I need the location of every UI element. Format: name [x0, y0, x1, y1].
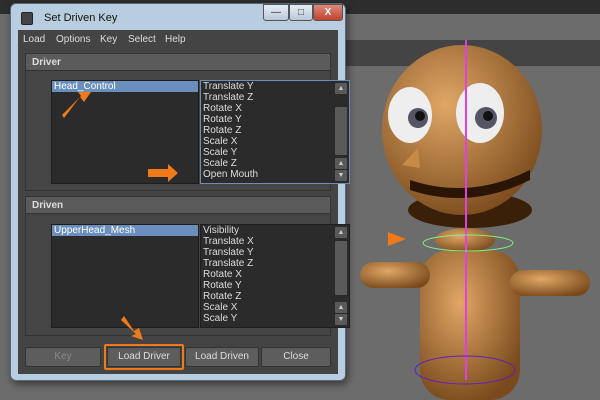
close-window-button[interactable]: X [313, 4, 343, 21]
title-bar[interactable]: Set Driven Key — □ X [11, 4, 345, 30]
list-item[interactable]: Translate Z [201, 92, 349, 103]
close-button[interactable]: Close [261, 347, 331, 367]
maya-app-icon [21, 12, 33, 25]
set-driven-key-window: Set Driven Key — □ X Load Options Key Se… [10, 3, 350, 381]
menu-load[interactable]: Load [23, 34, 45, 45]
list-item[interactable]: Open Mouth [201, 169, 349, 180]
annotation-arrow-icon [388, 232, 406, 246]
driver-object-item[interactable]: Head_Control [52, 81, 198, 92]
key-button[interactable]: Key [25, 347, 101, 367]
list-item[interactable]: Translate X [201, 236, 349, 247]
driven-object-list[interactable]: UpperHead_Mesh [51, 224, 199, 328]
scroll-up-icon[interactable]: ▲ [335, 83, 347, 94]
driver-section: Head_Control Translate Y Translate Z Rot… [25, 71, 350, 191]
load-driven-button[interactable]: Load Driven [185, 347, 259, 367]
scroll-up-icon[interactable]: ▲ [335, 302, 347, 313]
scroll-thumb[interactable] [335, 107, 347, 155]
list-item[interactable]: Rotate Y [201, 280, 349, 291]
list-item[interactable]: Rotate Z [201, 291, 349, 302]
list-item[interactable]: Translate Y [201, 247, 349, 258]
list-item[interactable]: Rotate Z [201, 125, 349, 136]
scroll-down-icon[interactable]: ▼ [335, 170, 347, 181]
list-item[interactable]: Visibility [201, 225, 349, 236]
list-item[interactable]: Scale X [201, 302, 349, 313]
menu-select[interactable]: Select [128, 34, 156, 45]
menu-bar: Load Options Key Select Help [18, 30, 338, 50]
menu-options[interactable]: Options [56, 34, 90, 45]
scroll-up-icon[interactable]: ▲ [335, 158, 347, 169]
menu-key[interactable]: Key [100, 34, 117, 45]
driver-attribute-list[interactable]: Translate Y Translate Z Rotate X Rotate … [200, 80, 350, 184]
window-client: Load Options Key Select Help Driver Head… [18, 30, 350, 374]
scroll-up-icon[interactable]: ▲ [335, 227, 347, 238]
scroll-down-icon[interactable]: ▼ [335, 314, 347, 325]
driven-attribute-list[interactable]: Visibility Translate X Translate Y Trans… [200, 224, 350, 328]
driver-object-list[interactable]: Head_Control [51, 80, 199, 184]
list-item[interactable]: Translate Y [201, 81, 349, 92]
minimize-button[interactable]: — [263, 4, 289, 21]
driver-section-header[interactable]: Driver [25, 53, 331, 71]
scroll-thumb[interactable] [335, 241, 347, 295]
list-item[interactable]: Scale X [201, 136, 349, 147]
highlight-box [104, 344, 184, 370]
driven-section-header[interactable]: Driven [25, 196, 331, 214]
driver-scrollbar[interactable]: ▲ ▲ ▼ [335, 83, 347, 181]
menu-help[interactable]: Help [165, 34, 186, 45]
driven-object-item[interactable]: UpperHead_Mesh [52, 225, 198, 236]
list-item[interactable]: Rotate X [201, 269, 349, 280]
list-item[interactable]: Scale Y [201, 313, 349, 324]
list-item[interactable]: Rotate X [201, 103, 349, 114]
driven-section: UpperHead_Mesh Visibility Translate X Tr… [25, 214, 350, 336]
driven-scrollbar[interactable]: ▲ ▲ ▼ [335, 227, 347, 325]
list-item[interactable]: Scale Z [201, 158, 349, 169]
list-item[interactable]: Rotate Y [201, 114, 349, 125]
list-item[interactable]: Translate Z [201, 258, 349, 269]
list-item[interactable]: Scale Y [201, 147, 349, 158]
maximize-button[interactable]: □ [289, 4, 313, 21]
window-title: Set Driven Key [44, 12, 118, 24]
